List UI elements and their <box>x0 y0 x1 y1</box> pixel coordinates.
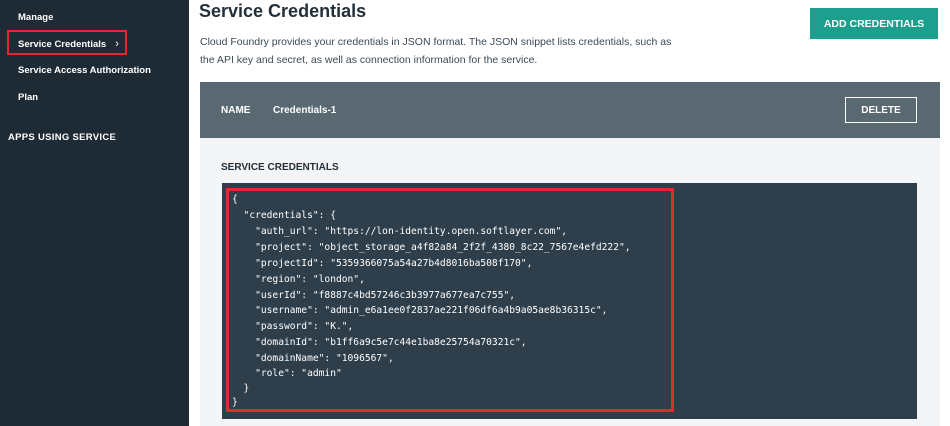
json-line: "projectId": "5359366075a54a27b4d8016ba5… <box>232 258 533 269</box>
sidebar-item-label: Plan <box>18 92 39 103</box>
json-line: "userId": "f8887c4bd57246c3b3977a677ea7c… <box>232 290 516 301</box>
sidebar-item-label: Manage <box>18 12 54 23</box>
sidebar-item-service-access-authorization[interactable]: Service Access Authorization <box>18 65 151 76</box>
json-line: "username": "admin_e6a1ee0f2837ae221f06d… <box>232 305 608 316</box>
sidebar-item-service-credentials[interactable]: Service Credentials › <box>18 38 119 50</box>
json-line: "domainName": "1096567", <box>232 353 394 364</box>
json-line: "project": "object_storage_a4f82a84_2f2f… <box>232 242 631 253</box>
json-line: "role": "admin" <box>232 368 342 379</box>
credential-name-label: NAME <box>221 105 251 116</box>
chevron-right-icon: › <box>115 38 119 50</box>
service-credentials-heading: SERVICE CREDENTIALS <box>221 162 339 173</box>
add-credentials-button[interactable]: ADD CREDENTIALS <box>810 8 938 39</box>
json-line: "auth_url": "https://lon-identity.open.s… <box>232 226 568 237</box>
delete-button[interactable]: DELETE <box>845 97 917 123</box>
json-line: "region": "london", <box>232 274 365 285</box>
sidebar: Manage Service Credentials › Service Acce… <box>0 0 189 426</box>
json-line: "password": "K.", <box>232 321 354 332</box>
sidebar-item-label: Service Access Authorization <box>18 65 151 76</box>
json-line: } <box>232 397 238 408</box>
json-line: "credentials": { <box>232 210 336 221</box>
sidebar-item-manage[interactable]: Manage <box>18 12 53 23</box>
sidebar-item-label: Service Credentials <box>18 39 107 50</box>
sidebar-item-plan[interactable]: Plan <box>18 92 38 103</box>
page-title: Service Credentials <box>199 1 367 21</box>
json-line: "domainId": "b1ff6a9c5e7c44e1ba8e25754a7… <box>232 337 527 348</box>
credential-name-value: Credentials-1 <box>273 105 337 116</box>
json-line: { <box>232 194 238 205</box>
apps-using-service-heading: APPS USING SERVICE <box>8 132 117 143</box>
page-description: Cloud Foundry provides your credentials … <box>200 36 672 66</box>
json-line: } <box>232 383 250 394</box>
